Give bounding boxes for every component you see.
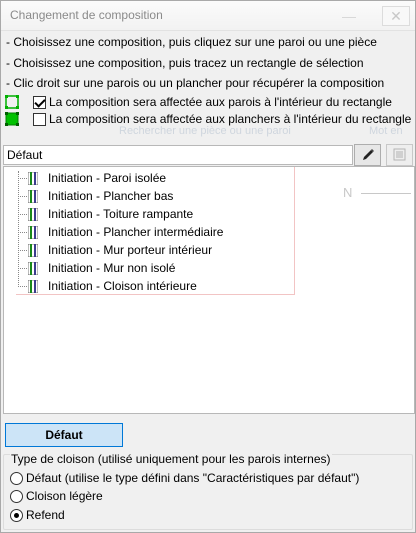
pencil-icon [363, 149, 374, 160]
ghost-arrow [361, 193, 411, 194]
tree-item[interactable]: Initiation - Cloison intérieure [4, 277, 304, 295]
preview-button[interactable] [386, 144, 413, 166]
partition-type-legend: Type de cloison (utilisé uniquement pour… [10, 452, 332, 466]
walls-option-label: La composition sera affectée aux parois … [49, 95, 392, 109]
floors-option[interactable]: La composition sera affectée aux planche… [33, 112, 411, 126]
wall-composition-icon [28, 190, 38, 203]
radio-refend[interactable] [10, 508, 23, 522]
close-icon[interactable]: ✕ [382, 6, 410, 26]
tree-item-label: Initiation - Paroi isolée [48, 171, 167, 185]
tree-item[interactable]: Initiation - Plancher intermédiaire [4, 223, 304, 241]
wall-composition-icon [28, 244, 38, 257]
walls-option[interactable]: La composition sera affectée aux parois … [33, 95, 392, 109]
tree-item-label: Initiation - Cloison intérieure [48, 279, 197, 293]
rectangle-outline-icon [5, 95, 19, 109]
radio-default[interactable] [10, 471, 23, 485]
tree-item[interactable]: Initiation - Mur porteur intérieur [4, 241, 304, 259]
tree-item-label: Initiation - Plancher bas [48, 189, 174, 203]
ghost-mot-text: Mot en [369, 125, 403, 137]
composition-combo[interactable]: Défaut [3, 145, 353, 165]
tree-item[interactable]: Initiation - Paroi isolée [4, 169, 304, 187]
tree-item-label: Initiation - Mur non isolé [48, 261, 176, 275]
tree-item[interactable]: Initiation - Plancher bas [4, 187, 304, 205]
partition-option-label: Refend [26, 508, 65, 522]
instruction-2: - Choisissez une composition, puis trace… [6, 56, 364, 70]
wall-composition-icon [28, 280, 38, 293]
partition-option-light[interactable]: Cloison légère [10, 489, 103, 503]
wall-composition-icon [28, 208, 38, 221]
tree-item-label: Initiation - Plancher intermédiaire [48, 225, 224, 239]
partition-option-refend[interactable]: Refend [10, 508, 65, 522]
partition-option-label: Défaut (utilise le type défini dans "Car… [26, 471, 360, 485]
wall-composition-icon [28, 172, 38, 185]
edit-composition-button[interactable] [354, 144, 381, 166]
wall-composition-icon [28, 262, 38, 275]
tree-item-label: Initiation - Mur porteur intérieur [48, 243, 213, 257]
radio-light[interactable] [10, 489, 23, 503]
floors-option-label: La composition sera affectée aux planche… [49, 112, 412, 126]
partition-option-default[interactable]: Défaut (utilise le type défini dans "Car… [10, 471, 359, 485]
instruction-3: - Clic droit sur une parois ou un planch… [6, 76, 385, 90]
wall-composition-icon [28, 226, 38, 239]
image-icon [393, 148, 406, 161]
rectangle-filled-icon [5, 112, 19, 126]
instruction-1: - Choisissez une composition, puis cliqu… [6, 35, 377, 49]
composition-tree[interactable]: N Initiation - Paroi isolée Initiation -… [3, 166, 415, 414]
tree-item[interactable]: Initiation - Toiture rampante [4, 205, 304, 223]
ghost-search-text: Rechercher une pièce ou une paroi [119, 125, 291, 137]
tree-item-label: Initiation - Toiture rampante [48, 207, 194, 221]
tree-item[interactable]: Initiation - Mur non isolé [4, 259, 304, 277]
title-bar[interactable]: Changement de composition — ✕ [1, 1, 415, 31]
partition-option-label: Cloison légère [26, 489, 103, 503]
floors-checkbox[interactable] [33, 112, 46, 126]
walls-checkbox[interactable] [33, 95, 46, 109]
default-button[interactable]: Défaut [5, 423, 123, 447]
composition-dialog: Changement de composition — ✕ - Choisiss… [0, 0, 416, 533]
minimize-icon[interactable]: — [338, 7, 360, 25]
window-title: Changement de composition [10, 8, 163, 22]
composition-combo-value: Défaut [7, 148, 43, 162]
ghost-north-label: N [343, 185, 353, 200]
